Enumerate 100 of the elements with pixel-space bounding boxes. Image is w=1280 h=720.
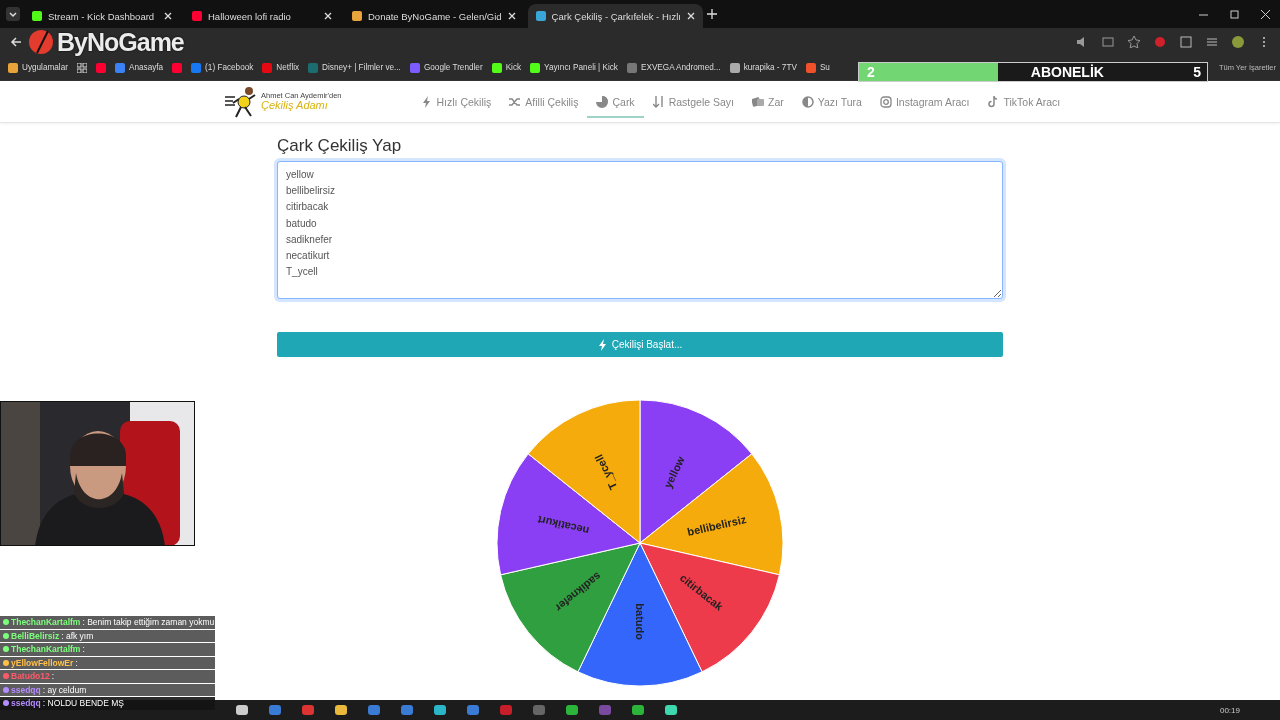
app-icon[interactable] xyxy=(236,705,248,715)
chat-username: ThechanKartalfm xyxy=(11,644,81,655)
restore-icon[interactable] xyxy=(1230,9,1239,19)
names-field[interactable]: yellow bellibelirsiz citirbacak batudo sadiknefer necatikurt T_ycell xyxy=(277,161,1003,299)
extension-icon[interactable] xyxy=(1154,35,1166,48)
stream-logo-icon xyxy=(28,29,54,55)
app-icon[interactable] xyxy=(632,705,644,715)
menu-icon[interactable] xyxy=(1206,35,1218,48)
bookmark[interactable]: Uygulamalar xyxy=(8,62,68,73)
browser-tab[interactable]: Halloween lofi radio xyxy=(184,4,340,28)
app-icon[interactable] xyxy=(665,705,677,715)
browser-tab[interactable]: Stream - Kick Dashboard xyxy=(24,4,180,28)
favicon-icon xyxy=(626,62,637,73)
app-icon[interactable] xyxy=(335,705,347,715)
bookmark[interactable]: Disney+ | Filmler ve... xyxy=(308,62,401,73)
favicon-icon xyxy=(535,11,546,21)
chat-message: : afk yım xyxy=(61,630,94,641)
instagram-icon xyxy=(879,95,892,108)
chat-message: : xyxy=(82,644,85,655)
chat-username: Batudo12 xyxy=(11,671,50,682)
favicon-icon xyxy=(491,62,502,73)
goal-current: 2 xyxy=(867,64,875,80)
page-heading: Çark Çekiliş Yap xyxy=(277,136,403,156)
chat-message: : ay celdum xyxy=(42,684,87,695)
close-icon[interactable] xyxy=(1261,9,1270,19)
chat-message: : xyxy=(51,671,55,682)
avatar-icon[interactable] xyxy=(1232,35,1244,48)
goal-target: 5 xyxy=(1193,64,1201,80)
nav-link[interactable]: TikTok Aracı xyxy=(978,85,1070,118)
app-icon[interactable] xyxy=(566,705,578,715)
wheel-label: necatikurt xyxy=(536,513,591,538)
cast-icon[interactable] xyxy=(1102,35,1114,48)
chat-username: BelliBelirsiz xyxy=(11,630,60,641)
nav-link[interactable]: Instagram Aracı xyxy=(870,85,979,118)
goal-label: ABONELİK xyxy=(1030,64,1104,80)
browser-tab[interactable]: Çark Çekiliş - Çarkıfelek - Hızlı xyxy=(527,4,703,28)
favicon-icon xyxy=(262,62,273,73)
back-icon[interactable] xyxy=(10,35,22,48)
app-icon[interactable] xyxy=(434,705,446,715)
nav-link[interactable]: Hızlı Çekiliş xyxy=(411,85,501,118)
nav-link[interactable]: Rastgele Sayı xyxy=(643,85,743,118)
app-icon[interactable] xyxy=(401,705,413,715)
bolt-icon xyxy=(597,338,606,351)
tiktok-icon xyxy=(987,95,1000,108)
close-icon[interactable] xyxy=(507,12,516,20)
bookmark[interactable]: Kick xyxy=(491,62,522,73)
close-icon[interactable] xyxy=(686,12,695,20)
favicon-icon xyxy=(805,62,816,73)
favicon-icon xyxy=(95,62,106,73)
chat-username: ThechanKartalfm xyxy=(11,617,81,628)
apps-grid-icon[interactable] xyxy=(76,62,87,73)
new-tab-icon[interactable] xyxy=(706,9,717,19)
favicon-icon xyxy=(32,11,42,21)
chat-username: ssedqq xyxy=(11,698,41,709)
favicon-icon xyxy=(191,62,202,73)
favicon-icon xyxy=(308,62,319,73)
clock: 00:19 xyxy=(1219,705,1240,715)
favicon-icon xyxy=(530,62,541,73)
browser-tab[interactable]: Donate ByNoGame - Gelen/Gid xyxy=(344,4,524,28)
logo-title: Çekiliş Adamı xyxy=(261,99,328,111)
favicon-icon xyxy=(352,11,362,21)
app-icon[interactable] xyxy=(467,705,479,715)
bolt-icon xyxy=(420,95,433,108)
favicon-icon xyxy=(8,62,18,73)
chat-message: : Benim takip ettiğim zaman yokmu xyxy=(82,617,215,628)
pie-chart-icon xyxy=(596,95,609,108)
tab-list-icon[interactable] xyxy=(6,7,20,21)
favicon-icon xyxy=(114,62,125,73)
nav-link[interactable]: Yazı Tura xyxy=(792,85,871,118)
bookmark[interactable]: Anasayfa xyxy=(114,62,164,73)
bookmark[interactable]: (1) Facebook xyxy=(191,62,254,73)
app-icon[interactable] xyxy=(269,705,281,715)
stream-logo-text: ByNoGame xyxy=(57,27,184,57)
close-icon[interactable] xyxy=(324,12,332,20)
bookmark[interactable]: Netflix xyxy=(262,62,300,73)
sort-icon xyxy=(652,95,665,108)
chat-message: : NOLDU BENDE MŞ xyxy=(42,698,124,709)
favicon-icon xyxy=(172,62,183,73)
bookmark[interactable]: EXVEGA Andromed... xyxy=(626,62,721,73)
bookmark[interactable]: kurapika - 7TV xyxy=(729,62,797,73)
wheel-label: batudo xyxy=(634,603,646,640)
bookmark[interactable] xyxy=(172,62,183,73)
favicon-icon xyxy=(192,11,202,21)
nav-link[interactable]: Afilli Çekiliş xyxy=(500,85,588,118)
chat-message: : xyxy=(75,657,78,668)
nav-link[interactable]: Zar xyxy=(743,85,793,118)
bookmark[interactable]: Yayıncı Paneli | Kick xyxy=(530,62,618,73)
shuffle-icon xyxy=(509,95,522,108)
star-icon[interactable] xyxy=(1128,35,1140,48)
close-icon[interactable] xyxy=(164,12,172,20)
dice-icon xyxy=(752,95,764,108)
nav-link[interactable]: Çark xyxy=(587,85,644,118)
bookmark[interactable] xyxy=(95,62,106,73)
bookmark[interactable]: Su xyxy=(805,62,830,73)
half-circle-icon xyxy=(801,95,814,108)
favicon-icon xyxy=(409,62,420,73)
bookmark[interactable]: Google Trendler xyxy=(409,62,483,73)
chat-username: ssedqq xyxy=(11,684,41,695)
app-icon[interactable] xyxy=(368,705,380,715)
favicon-icon xyxy=(729,62,740,73)
